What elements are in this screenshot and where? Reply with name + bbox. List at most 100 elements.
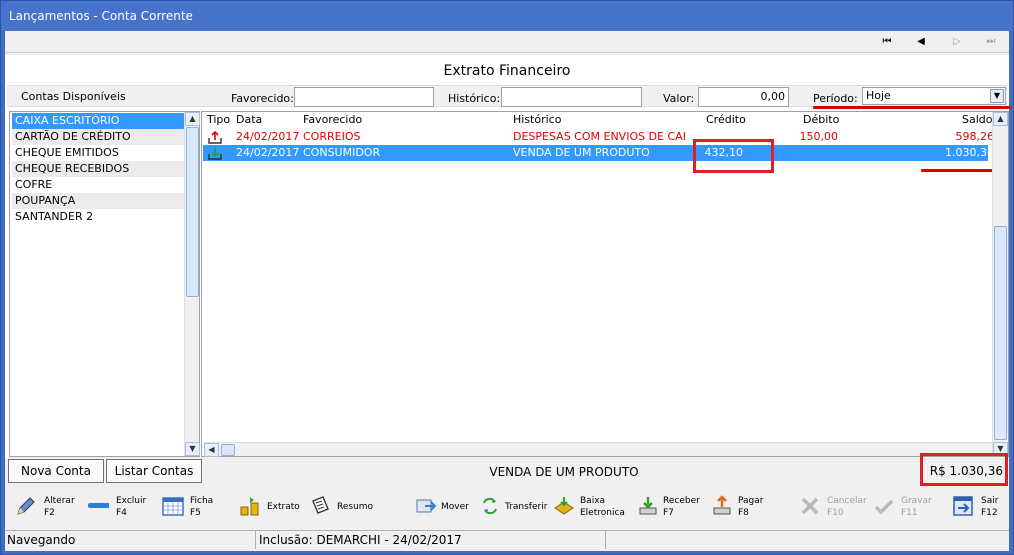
- resumo-button[interactable]: Resumo: [309, 493, 379, 525]
- scroll-up-icon[interactable]: ▲: [185, 112, 200, 126]
- ficha-button[interactable]: Ficha F5: [162, 493, 217, 525]
- gravar-button[interactable]: Gravar F11: [873, 493, 933, 525]
- excluir-button[interactable]: Excluir F4: [87, 493, 147, 525]
- account-item[interactable]: COFRE: [12, 177, 184, 193]
- row-favorecido: CORREIOS: [303, 130, 361, 143]
- transferir-button[interactable]: Transferir: [479, 493, 549, 525]
- table-row[interactable]: 24/02/2017 CORREIOS DESPESAS COM ENVIOS …: [203, 129, 994, 145]
- sair-button[interactable]: Sair F12: [952, 493, 1007, 525]
- receber-button[interactable]: Receber F7: [637, 493, 702, 525]
- resumo-label: Resumo: [337, 502, 374, 512]
- listar-contas-button[interactable]: Listar Contas: [106, 459, 202, 483]
- accounts-list[interactable]: CAIXA ESCRITÓRIO CARTÃO DE CRÉDITO CHEQU…: [9, 111, 200, 457]
- baixa-eletronica-button[interactable]: Baixa Eletronica: [553, 493, 628, 525]
- ficha-label: Ficha: [190, 496, 214, 506]
- status-separator: [255, 531, 256, 549]
- table-row[interactable]: 24/02/2017 CONSUMIDOR VENDA DE UM PRODUT…: [203, 145, 994, 164]
- check-icon: [873, 495, 895, 517]
- excluir-key: F4: [116, 508, 127, 518]
- transferir-label: Transferir: [505, 502, 548, 512]
- sair-key: F12: [981, 508, 998, 518]
- col-historico[interactable]: Histórico: [513, 113, 561, 126]
- chevron-down-icon[interactable]: ▼: [990, 89, 1004, 103]
- col-tipo[interactable]: Tipo: [207, 113, 230, 126]
- scroll-left-icon[interactable]: ◀: [204, 443, 219, 457]
- scroll-thumb[interactable]: [186, 127, 199, 297]
- content-panel: Extrato Financeiro Contas Disponíveis Fa…: [5, 55, 1011, 485]
- cancelar-button[interactable]: Cancelar F10: [799, 493, 869, 525]
- selected-historico: VENDA DE UM PRODUTO: [489, 465, 639, 479]
- historico-input[interactable]: [501, 87, 642, 107]
- receber-label: Receber: [663, 496, 700, 506]
- valor-input[interactable]: 0,00: [698, 87, 789, 107]
- gravar-key: F11: [901, 508, 918, 518]
- account-item[interactable]: CHEQUE RECEBIDOS: [12, 161, 184, 177]
- transfer-icon: [479, 495, 501, 517]
- coins-icon: [239, 495, 261, 517]
- pay-icon: [711, 495, 733, 517]
- pagar-key: F8: [738, 508, 749, 518]
- accounts-scrollbar[interactable]: ▲ ▼: [184, 112, 200, 456]
- historico-label: Histórico:: [448, 92, 501, 105]
- exit-icon: [952, 495, 974, 517]
- status-inclusao: Inclusão: DEMARCHI - 24/02/2017: [259, 533, 462, 547]
- account-item[interactable]: SANTANDER 2: [12, 209, 184, 225]
- col-saldo[interactable]: Saldo: [962, 113, 993, 126]
- periodo-value: Hoje: [866, 89, 891, 102]
- gravar-label: Gravar: [901, 496, 932, 506]
- prev-record-button[interactable]: ◀: [912, 34, 930, 50]
- pagar-label: Pagar: [738, 496, 764, 506]
- sair-label: Sair: [981, 496, 999, 506]
- account-item[interactable]: CHEQUE EMITIDOS: [12, 145, 184, 161]
- calendar-icon: [162, 495, 184, 517]
- scroll-down-icon[interactable]: ▼: [185, 442, 200, 456]
- row-historico: DESPESAS COM ENVIOS DE CAI: [513, 130, 686, 143]
- next-record-button[interactable]: ▷: [948, 34, 966, 50]
- annotation-box: [920, 453, 1008, 486]
- account-item[interactable]: CARTÃO DE CRÉDITO: [12, 129, 184, 145]
- scroll-thumb[interactable]: [221, 444, 235, 456]
- account-item[interactable]: CAIXA ESCRITÓRIO: [12, 113, 184, 129]
- transactions-grid[interactable]: Tipo Data Favorecido Histórico Crédito D…: [201, 111, 1009, 457]
- minus-icon: [87, 495, 110, 517]
- mover-button[interactable]: Mover: [415, 493, 475, 525]
- baixa-label-2: Eletronica: [580, 508, 625, 518]
- row-historico: VENDA DE UM PRODUTO: [513, 146, 650, 159]
- periodo-select[interactable]: Hoje ▼: [862, 87, 1006, 105]
- filter-bar: Contas Disponíveis Favorecido: Histórico…: [7, 85, 1011, 109]
- mover-label: Mover: [441, 502, 469, 512]
- ficha-key: F5: [190, 508, 201, 518]
- extrato-label: Extrato: [267, 502, 300, 512]
- alterar-label: Alterar: [44, 496, 75, 506]
- scroll-thumb[interactable]: [994, 226, 1007, 440]
- extrato-button[interactable]: Extrato: [239, 493, 300, 525]
- col-data[interactable]: Data: [236, 113, 262, 126]
- col-favorecido[interactable]: Favorecido: [303, 113, 362, 126]
- periodo-label: Período:: [813, 92, 858, 105]
- client-area: ⏮ ◀ ▷ ⏭ Extrato Financeiro Contas Dispon…: [5, 31, 1011, 551]
- last-record-button[interactable]: ⏭: [982, 34, 1000, 50]
- status-bar: Navegando Inclusão: DEMARCHI - 24/02/201…: [5, 530, 1009, 549]
- income-icon: [207, 145, 223, 164]
- account-item[interactable]: POUPANÇA: [12, 193, 184, 209]
- annotation-underline: [813, 106, 1011, 109]
- row-debito: 150,00: [799, 130, 839, 143]
- alterar-button[interactable]: Alterar F2: [15, 493, 75, 525]
- col-credito[interactable]: Crédito: [706, 113, 746, 126]
- col-debito[interactable]: Débito: [803, 113, 839, 126]
- grid-hscrollbar[interactable]: ◀: [204, 442, 992, 457]
- favorecido-input[interactable]: [294, 87, 434, 107]
- close-icon: [799, 495, 821, 517]
- scroll-up-icon[interactable]: ▲: [993, 112, 1008, 126]
- first-record-button[interactable]: ⏮: [878, 34, 896, 50]
- nova-conta-button[interactable]: Nova Conta: [8, 459, 104, 483]
- grid-vscrollbar[interactable]: ▲ ▼: [992, 112, 1008, 456]
- annotation-underline: [921, 169, 1003, 172]
- cancelar-label: Cancelar: [827, 496, 867, 506]
- row-saldo: 598,26: [955, 130, 995, 143]
- pagar-button[interactable]: Pagar F8: [711, 493, 771, 525]
- status-separator: [605, 531, 606, 549]
- row-saldo: 1.030,36: [945, 146, 994, 159]
- receive-icon: [637, 495, 659, 517]
- row-data: 24/02/2017: [236, 130, 300, 143]
